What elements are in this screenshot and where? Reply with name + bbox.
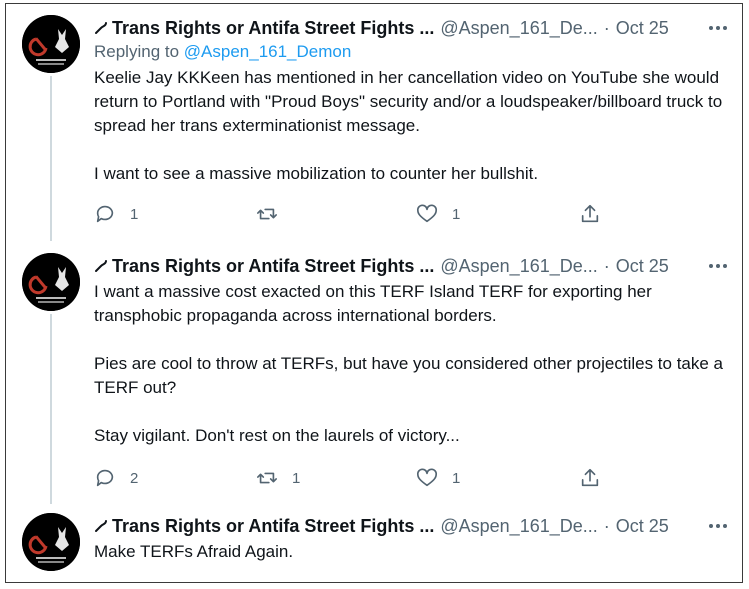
- tweet-paragraph: Keelie Jay KKKeen has mentioned in her c…: [94, 68, 723, 135]
- handle[interactable]: @Aspen_161_De...: [440, 18, 597, 39]
- display-name[interactable]: Trans Rights or Antifa Street Fights ...: [94, 18, 434, 39]
- avatar[interactable]: [22, 513, 80, 571]
- tweet-actions: 1 1: [94, 203, 634, 225]
- more-icon[interactable]: [708, 523, 728, 529]
- tweet-text: Make TERFs Afraid Again.: [94, 540, 728, 564]
- like-count: 1: [452, 205, 461, 223]
- tweet-header: Trans Rights or Antifa Street Fights ...…: [94, 16, 728, 40]
- avatar[interactable]: [22, 15, 80, 73]
- like-button[interactable]: 1: [416, 203, 460, 225]
- avatar-image: [22, 15, 80, 73]
- separator-dot: ·: [603, 17, 610, 38]
- timestamp[interactable]: Oct 25: [616, 18, 669, 39]
- display-name-text: Trans Rights or Antifa Street Fights ...: [112, 255, 435, 276]
- tweet-text: Keelie Jay KKKeen has mentioned in her c…: [94, 66, 728, 186]
- share-button[interactable]: [579, 203, 601, 225]
- handle[interactable]: @Aspen_161_De...: [440, 256, 597, 277]
- like-count: 1: [452, 469, 461, 487]
- thread-connector: [50, 76, 52, 241]
- avatar[interactable]: [22, 253, 80, 311]
- timestamp[interactable]: Oct 25: [616, 256, 669, 277]
- like-button[interactable]: 1: [416, 467, 460, 489]
- timestamp[interactable]: Oct 25: [616, 516, 669, 537]
- retweet-icon: [257, 208, 277, 220]
- share-button[interactable]: [579, 467, 601, 489]
- handle[interactable]: @Aspen_161_De...: [440, 516, 597, 537]
- separator-dot: ·: [603, 515, 610, 536]
- share-icon: [581, 468, 599, 487]
- tweet-actions: 2 1 1: [94, 467, 634, 489]
- replying-to-label: Replying to: [94, 42, 184, 61]
- display-name[interactable]: Trans Rights or Antifa Street Fights ...: [94, 256, 434, 277]
- retweet-button[interactable]: [256, 203, 292, 225]
- display-name-text: Trans Rights or Antifa Street Fights ...: [112, 17, 435, 38]
- tweet-thread-frame: Trans Rights or Antifa Street Fights ...…: [5, 3, 743, 583]
- tweet-content: Trans Rights or Antifa Street Fights ...…: [94, 16, 728, 186]
- reply-icon: [96, 205, 114, 223]
- replying-to: Replying to @Aspen_161_Demon: [94, 42, 728, 64]
- sickle-icon: [94, 21, 108, 35]
- display-name[interactable]: Trans Rights or Antifa Street Fights ...: [94, 516, 434, 537]
- tweet-header: Trans Rights or Antifa Street Fights ...…: [94, 254, 728, 278]
- separator-dot: ·: [603, 255, 610, 276]
- reply-icon: [96, 469, 114, 487]
- more-icon[interactable]: [708, 263, 728, 269]
- retweet-count: 1: [292, 469, 301, 487]
- tweet-paragraph: I want a massive cost exacted on this TE…: [94, 282, 652, 325]
- share-icon: [581, 204, 599, 223]
- reply-count: 1: [130, 205, 139, 223]
- tweet-paragraph: Pies are cool to throw at TERFs, but hav…: [94, 354, 724, 397]
- tweet-paragraph: I want to see a massive mobilization to …: [94, 164, 539, 183]
- tweet-paragraph: Stay vigilant. Don't rest on the laurels…: [94, 426, 460, 445]
- tweet-paragraph: Make TERFs Afraid Again.: [94, 542, 294, 561]
- tweet-content: Trans Rights or Antifa Street Fights ...…: [94, 514, 728, 564]
- like-icon: [417, 468, 437, 487]
- sickle-icon: [94, 519, 108, 533]
- thread-connector: [50, 314, 52, 504]
- tweet-text: I want a massive cost exacted on this TE…: [94, 280, 728, 448]
- tweet-content: Trans Rights or Antifa Street Fights ...…: [94, 254, 728, 448]
- replying-to-mention[interactable]: @Aspen_161_Demon: [184, 42, 352, 61]
- retweet-icon: [257, 472, 277, 484]
- sickle-icon: [94, 259, 108, 273]
- avatar-image: [22, 513, 80, 571]
- reply-count: 2: [130, 469, 139, 487]
- more-icon[interactable]: [708, 25, 728, 31]
- display-name-text: Trans Rights or Antifa Street Fights ...: [112, 515, 435, 536]
- reply-button[interactable]: 2: [94, 467, 138, 489]
- retweet-button[interactable]: 1: [256, 467, 300, 489]
- reply-button[interactable]: 1: [94, 203, 138, 225]
- avatar-image: [22, 253, 80, 311]
- like-icon: [417, 204, 437, 223]
- tweet-header: Trans Rights or Antifa Street Fights ...…: [94, 514, 728, 538]
